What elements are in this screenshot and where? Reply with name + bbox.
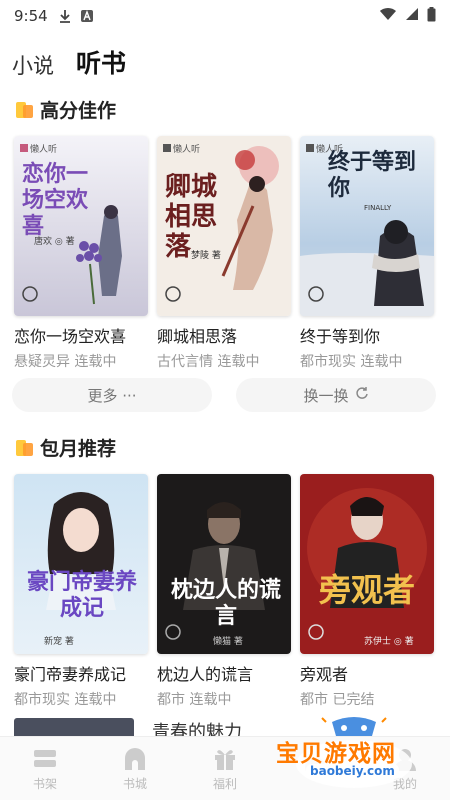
tab-novel[interactable]: 小说 xyxy=(12,50,54,80)
book-card[interactable]: 旁观者 苏伊士 ◎ 著 旁观者 都市 已完结 xyxy=(300,474,434,709)
cover-brand: 懒人听 xyxy=(173,145,201,155)
book-meta: 都市现实 连载中 xyxy=(300,354,403,370)
cover-subtitle: FINALLY xyxy=(364,204,392,212)
tab-audiobook[interactable]: 听书 xyxy=(76,44,126,80)
book-title: 卿城相思落 xyxy=(157,327,238,346)
cover-title: 豪门帝妻养成记 xyxy=(26,570,137,621)
book-cover: 旁观者 苏伊士 ◎ 著 xyxy=(300,474,434,654)
section-title-text: 包月推荐 xyxy=(40,438,117,460)
store-icon xyxy=(125,747,145,770)
cover-author: 懒猫 著 xyxy=(213,637,243,647)
partial-book-cover[interactable] xyxy=(14,718,134,738)
book-cover: 懒人听 终于等到你 FINALLY xyxy=(300,136,434,316)
book-card[interactable]: 懒人听 卿城相思落 梦陵 著 卿城相思落 古代言情 连载中 xyxy=(157,136,291,371)
cover-title: 恋你一场空欢喜 xyxy=(22,162,89,239)
book-cover: 懒人听 恋你一场空欢喜 唐欢 ◎ 著 xyxy=(14,136,148,316)
app-notification-icon xyxy=(80,9,94,23)
book-meta: 悬疑灵异 连载中 xyxy=(14,354,117,370)
cover-brand: 懒人听 xyxy=(30,145,58,155)
bookshelf-icon xyxy=(34,749,56,767)
watermark-url: baobeiy.com xyxy=(306,764,399,778)
download-icon xyxy=(58,9,72,23)
cover-title: 枕边人的谎言 xyxy=(171,578,282,629)
section1-actions: 更多 ··· 换一换 xyxy=(12,378,436,412)
nav-label: 福利 xyxy=(212,776,237,791)
book-meta: 都市 已完结 xyxy=(300,692,375,708)
refresh-icon xyxy=(355,386,369,404)
cover-author: 唐欢 ◎ 著 xyxy=(34,237,75,247)
more-label: 更多 ··· xyxy=(87,386,137,405)
section-mark-icon xyxy=(16,439,34,457)
book-title: 枕边人的谎言 xyxy=(157,665,254,684)
refresh-button[interactable]: 换一换 xyxy=(236,378,436,412)
book-title: 豪门帝妻养成记 xyxy=(14,665,127,684)
more-button[interactable]: 更多 ··· xyxy=(12,378,212,412)
battery-icon xyxy=(427,6,436,26)
cover-author: 苏伊士 ◎ 著 xyxy=(364,637,414,647)
cover-title: 终于等到你 xyxy=(328,150,417,201)
nav-label: 书城 xyxy=(122,776,147,791)
book-card[interactable]: 懒人听 终于等到你 FINALLY 终于等到你 都市现实 连载中 xyxy=(300,136,434,371)
cover-author: 梦陵 著 xyxy=(191,251,221,261)
cover-title: 旁观者 xyxy=(318,571,415,609)
book-card[interactable]: 懒人听 恋你一场空欢喜 唐欢 ◎ 著 恋你一场空欢喜 悬疑灵异 连载中 xyxy=(14,136,148,371)
book-row-top-rated: 懒人听 恋你一场空欢喜 唐欢 ◎ 著 恋你一场空欢喜 悬疑灵异 连载中 懒人听 … xyxy=(14,136,434,371)
nav-bookshelf[interactable]: 书架 xyxy=(10,746,80,792)
section-title-monthly: 包月推荐 xyxy=(16,434,116,461)
book-cover: 懒人听 卿城相思落 梦陵 著 xyxy=(157,136,291,316)
book-meta: 都市 连载中 xyxy=(157,692,232,708)
watermark-text: 宝贝游戏网 xyxy=(276,741,396,767)
section-title-text: 高分佳作 xyxy=(40,100,117,122)
nav-welfare[interactable]: 福利 xyxy=(190,746,260,792)
book-cover: 枕边人的谎言 懒猫 著 xyxy=(157,474,291,654)
signal-icon xyxy=(405,7,419,25)
status-time: 9:54 xyxy=(14,7,48,25)
refresh-label: 换一换 xyxy=(303,386,349,405)
book-meta: 古代言情 连载中 xyxy=(157,354,260,370)
status-bar: 9:54 xyxy=(0,0,450,32)
gift-icon xyxy=(215,749,235,770)
wifi-icon xyxy=(379,7,397,25)
book-title: 旁观者 xyxy=(300,665,349,684)
watermark-logo: 宝贝游戏网 baobeiy.com xyxy=(276,712,430,792)
section-title-top-rated: 高分佳作 xyxy=(16,96,116,123)
cover-author: 新宠 著 xyxy=(44,637,74,647)
book-title: 终于等到你 xyxy=(300,327,381,346)
book-row-monthly: 豪门帝妻养成记 新宠 著 豪门帝妻养成记 都市现实 连载中 枕边人的谎言 懒猫 … xyxy=(14,474,434,709)
book-title: 恋你一场空欢喜 xyxy=(14,327,127,346)
section-mark-icon xyxy=(16,101,34,119)
nav-label: 书架 xyxy=(32,776,57,791)
book-cover: 豪门帝妻养成记 新宠 著 xyxy=(14,474,148,654)
book-card[interactable]: 豪门帝妻养成记 新宠 著 豪门帝妻养成记 都市现实 连载中 xyxy=(14,474,148,709)
book-meta: 都市现实 连载中 xyxy=(14,692,117,708)
top-tabs: 小说 听书 xyxy=(12,44,126,80)
nav-store[interactable]: 书城 xyxy=(100,746,170,792)
book-card[interactable]: 枕边人的谎言 懒猫 著 枕边人的谎言 都市 连载中 xyxy=(157,474,291,709)
